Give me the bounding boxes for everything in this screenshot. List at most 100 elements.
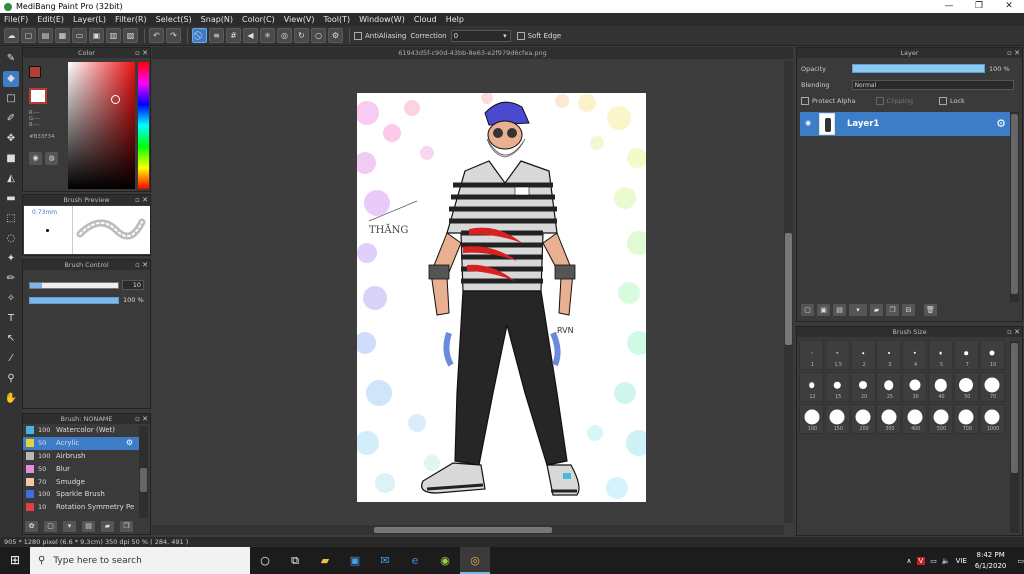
brush-copy-icon[interactable]: ❐ [120, 521, 133, 532]
brush-size-option[interactable]: 1.5 [824, 340, 850, 370]
new-halftone-layer-icon[interactable]: ▣ [817, 304, 830, 316]
panel-close-icon[interactable]: ▫ ✕ [1007, 327, 1020, 337]
brush-size-value[interactable]: 10 [122, 280, 144, 290]
brush-menu-icon[interactable]: ▾ [63, 521, 76, 532]
eraser-tool-icon[interactable]: ◆ [3, 71, 19, 87]
layer-settings-gear-icon[interactable]: ⚙ [996, 117, 1006, 130]
snap-grid-icon[interactable]: # [226, 28, 241, 43]
close-button[interactable]: ✕ [994, 0, 1024, 13]
brush-size-option[interactable]: 50 [953, 372, 979, 402]
print-icon[interactable]: ▧ [123, 28, 138, 43]
panel-close-icon[interactable]: ▫ ✕ [135, 48, 148, 58]
clipping-checkbox[interactable] [875, 97, 884, 105]
page-icon[interactable]: ▥ [106, 28, 121, 43]
menu-edit[interactable]: Edit(E) [37, 15, 64, 24]
gradient-tool-icon[interactable]: ▬ [3, 191, 19, 207]
palette-icon[interactable]: ◉ [29, 152, 42, 165]
menu-tool[interactable]: Tool(T) [323, 15, 350, 24]
brush-size-option[interactable]: 20 [850, 372, 876, 402]
save-icon[interactable]: ▦ [55, 28, 70, 43]
minimize-button[interactable]: — [934, 0, 964, 13]
bucket-tool-icon[interactable]: ◭ [3, 171, 19, 187]
foreground-color-swatch[interactable] [29, 66, 41, 78]
layer-list-scrollbar[interactable] [1010, 112, 1019, 302]
comment-icon[interactable]: ▭ [72, 28, 87, 43]
brush-size-option[interactable]: 70 [979, 372, 1005, 402]
notification-icon[interactable]: ▭ [1017, 557, 1024, 565]
brush-list-item[interactable]: 10 Rotation Symmetry Pe [23, 501, 139, 514]
brush-size-option[interactable]: 150 [824, 404, 850, 434]
select-pen-tool-icon[interactable]: ✏ [3, 271, 19, 287]
edge-icon[interactable]: e [400, 547, 430, 574]
operation-tool-icon[interactable]: ↖ [3, 331, 19, 347]
menu-view[interactable]: View(V) [284, 15, 315, 24]
file-explorer-icon[interactable]: ▰ [310, 547, 340, 574]
brush-list-item[interactable]: 100 Watercolor (Wet) [23, 424, 139, 437]
brush-size-option[interactable]: 7 [953, 340, 979, 370]
snap-circle-icon[interactable]: ◎ [277, 28, 292, 43]
dot-tool-icon[interactable]: □ [3, 91, 19, 107]
correction-select[interactable]: 0 ▾ [450, 29, 511, 42]
merge-layer-icon[interactable]: ⊟ [902, 304, 915, 316]
open-file-icon[interactable]: ▤ [38, 28, 53, 43]
network-icon[interactable]: ▭ [930, 557, 937, 565]
lock-checkbox[interactable] [939, 97, 947, 105]
brush-list-item[interactable]: 100 Airbrush [23, 450, 139, 463]
add-brush-icon[interactable]: ▢ [44, 521, 57, 532]
snap-vanishing-icon[interactable]: ◀ [243, 28, 258, 43]
language-indicator[interactable]: VIE [956, 557, 967, 565]
brush-cloud-icon[interactable]: ✿ [25, 521, 38, 532]
brush-size-option[interactable]: 5 [928, 340, 953, 370]
duplicate-layer-icon[interactable]: ❐ [886, 304, 899, 316]
brush-size-option[interactable]: 500 [928, 404, 953, 434]
delete-layer-icon[interactable]: 🗑 [924, 304, 937, 316]
brush-size-option[interactable]: 200 [850, 404, 876, 434]
scroll-thumb[interactable] [785, 233, 792, 345]
panel-close-icon[interactable]: ▫ ✕ [135, 260, 148, 270]
menu-cloud[interactable]: Cloud [414, 15, 437, 24]
text-tool-icon[interactable]: T [3, 311, 19, 327]
select-tool-icon[interactable]: ⬚ [3, 211, 19, 227]
brush-settings-icon[interactable]: ▤ [82, 521, 95, 532]
color-picker-cursor[interactable] [111, 95, 120, 104]
brush-size-option[interactable]: 1000 [979, 404, 1005, 434]
snap-settings-icon[interactable]: ⚙ [328, 28, 343, 43]
brush-list-item[interactable]: 100 Sparkle Brush [23, 488, 139, 501]
brush-folder-icon[interactable]: ▰ [101, 521, 114, 532]
snap-ellipse-icon[interactable]: ○ [311, 28, 326, 43]
brush-list-item[interactable]: 70 Smudge [23, 475, 139, 488]
eyedropper-tool-icon[interactable]: ⚲ [3, 371, 19, 387]
layer-folder-icon[interactable]: ▰ [870, 304, 883, 316]
undo-icon[interactable]: ↶ [149, 28, 164, 43]
cloud-icon[interactable]: ☁ [4, 28, 19, 43]
divide-tool-icon[interactable]: ⁄ [3, 351, 19, 367]
brush-list-item[interactable]: 50 Acrylic ⚙ [23, 436, 139, 450]
scroll-thumb[interactable] [1011, 114, 1018, 294]
menu-file[interactable]: File(F) [4, 15, 28, 24]
menu-select[interactable]: Select(S) [156, 15, 192, 24]
brush-size-option[interactable]: 3 [876, 340, 902, 370]
brush-list-item[interactable]: 50 Blur [23, 462, 139, 475]
scroll-thumb[interactable] [140, 468, 147, 492]
add-layer-menu-icon[interactable]: ▾ [849, 304, 867, 316]
menu-color[interactable]: Color(C) [242, 15, 275, 24]
maximize-button[interactable]: ❐ [964, 0, 994, 13]
canvas-horizontal-scrollbar[interactable] [152, 525, 784, 535]
new-8bit-layer-icon[interactable]: ▤ [833, 304, 846, 316]
select-eraser-tool-icon[interactable]: ✧ [3, 291, 19, 307]
clock[interactable]: 8:42 PM 6/1/2020 [975, 550, 1006, 572]
move-tool-icon[interactable]: ✥ [3, 131, 19, 147]
brush-size-option[interactable]: 4 [902, 340, 928, 370]
brush-size-slider[interactable] [29, 281, 119, 289]
redo-icon[interactable]: ↷ [166, 28, 181, 43]
chrome-icon[interactable]: ◎ [460, 547, 490, 574]
panel-close-icon[interactable]: ▫ ✕ [1007, 48, 1020, 58]
cortana-icon[interactable]: ○ [250, 547, 280, 574]
layer-row[interactable]: ◉ Layer1 ⚙ [800, 112, 1010, 136]
transparent-color-swatch[interactable] [29, 88, 47, 104]
medibang-icon[interactable]: ◉ [430, 547, 460, 574]
scroll-thumb[interactable] [1011, 343, 1018, 473]
canvas[interactable]: THĂNG RVN [357, 93, 646, 502]
brush-settings-gear-icon[interactable]: ⚙ [126, 438, 133, 447]
windows-start-icon[interactable]: ⊞ [0, 547, 30, 574]
